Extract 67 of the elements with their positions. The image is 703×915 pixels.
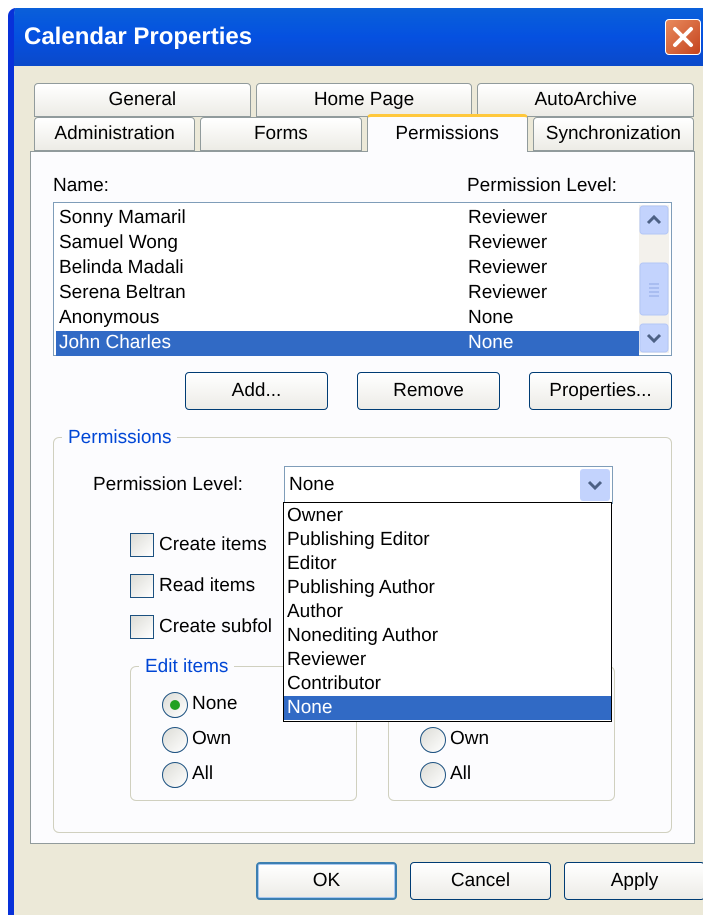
user-name: John Charles	[59, 331, 172, 356]
list-row[interactable]: Sonny Mamaril Reviewer	[56, 206, 639, 231]
dropdown-option[interactable]: Publishing Editor	[284, 528, 611, 552]
checkbox-label: Create items	[159, 532, 267, 557]
dropdown-option[interactable]: Contributor	[284, 672, 611, 696]
user-name: Anonymous	[59, 306, 160, 330]
scrollbar[interactable]	[639, 205, 669, 353]
scroll-down-icon[interactable]	[639, 323, 669, 353]
list-row[interactable]: Serena Beltran Reviewer	[56, 281, 639, 306]
tab[interactable]: Administration	[34, 117, 196, 151]
radio-button[interactable]	[162, 762, 188, 788]
field-label: Permission Level:	[93, 472, 244, 497]
radio-label: Own	[450, 727, 490, 752]
dialog-button[interactable]: Cancel	[410, 862, 551, 900]
list-button[interactable]: Remove	[357, 372, 500, 410]
checkbox[interactable]	[130, 533, 154, 557]
radio-label: Own	[192, 727, 232, 752]
tab[interactable]: Forms	[200, 117, 362, 151]
radio-button[interactable]	[420, 762, 446, 788]
list-row[interactable]: Samuel Wong Reviewer	[56, 231, 639, 256]
user-name: Serena Beltran	[59, 281, 187, 306]
dropdown-option[interactable]: Author	[284, 600, 611, 624]
list-button[interactable]: Properties...	[529, 372, 672, 410]
permission-level: Reviewer	[468, 256, 548, 280]
scroll-thumb-icon[interactable]	[639, 262, 669, 316]
radio-label: All	[192, 762, 214, 786]
radio-button[interactable]	[420, 726, 446, 752]
dropdown-option[interactable]: Owner	[284, 504, 611, 528]
column-header: Name:	[53, 174, 110, 196]
user-name: Sonny Mamaril	[59, 206, 187, 230]
dropdown-option[interactable]: Publishing Author	[284, 576, 611, 600]
window-title: Calendar Properties	[24, 22, 252, 52]
checkbox-label: Create subfol	[159, 614, 272, 639]
tab[interactable]: Permissions	[366, 114, 528, 152]
radio-label: All	[450, 762, 472, 786]
permission-level: None	[468, 331, 514, 356]
checkbox[interactable]	[130, 574, 154, 598]
radio-button[interactable]	[162, 726, 188, 752]
radio-button[interactable]	[162, 692, 188, 718]
checkbox[interactable]	[130, 615, 154, 639]
checkbox-label: Read items	[159, 574, 256, 598]
dialog-button[interactable]: OK	[256, 862, 397, 900]
scroll-up-icon[interactable]	[639, 205, 669, 235]
user-name: Belinda Madali	[59, 256, 185, 280]
list-button[interactable]: Add...	[185, 372, 328, 410]
column-header: Permission Level:	[467, 174, 617, 196]
tab[interactable]: AutoArchive	[477, 83, 694, 117]
list-row[interactable]: Belinda Madali Reviewer	[56, 256, 639, 281]
dialog-button[interactable]: Apply	[564, 862, 703, 900]
permission-level-dropdown[interactable]: None	[284, 466, 613, 504]
dropdown-option[interactable]: Nonediting Author	[284, 624, 611, 648]
permission-level: Reviewer	[468, 206, 548, 230]
radio-label: None	[192, 692, 238, 716]
permission-level: Reviewer	[468, 231, 548, 256]
list-row[interactable]: Anonymous None	[56, 306, 639, 331]
close-button[interactable]	[665, 19, 701, 55]
tab[interactable]: Home Page	[256, 83, 472, 117]
tab[interactable]: General	[34, 83, 251, 117]
close-icon	[672, 26, 694, 48]
permission-level: Reviewer	[468, 281, 548, 306]
dropdown-option[interactable]: None	[284, 696, 611, 720]
list-row[interactable]: John Charles None	[56, 331, 639, 356]
user-name: Samuel Wong	[59, 231, 179, 256]
tab[interactable]: Synchronization	[532, 117, 694, 151]
dropdown-option[interactable]: Reviewer	[284, 648, 611, 672]
dropdown-option[interactable]: Editor	[284, 552, 611, 576]
permission-level: None	[468, 306, 514, 330]
